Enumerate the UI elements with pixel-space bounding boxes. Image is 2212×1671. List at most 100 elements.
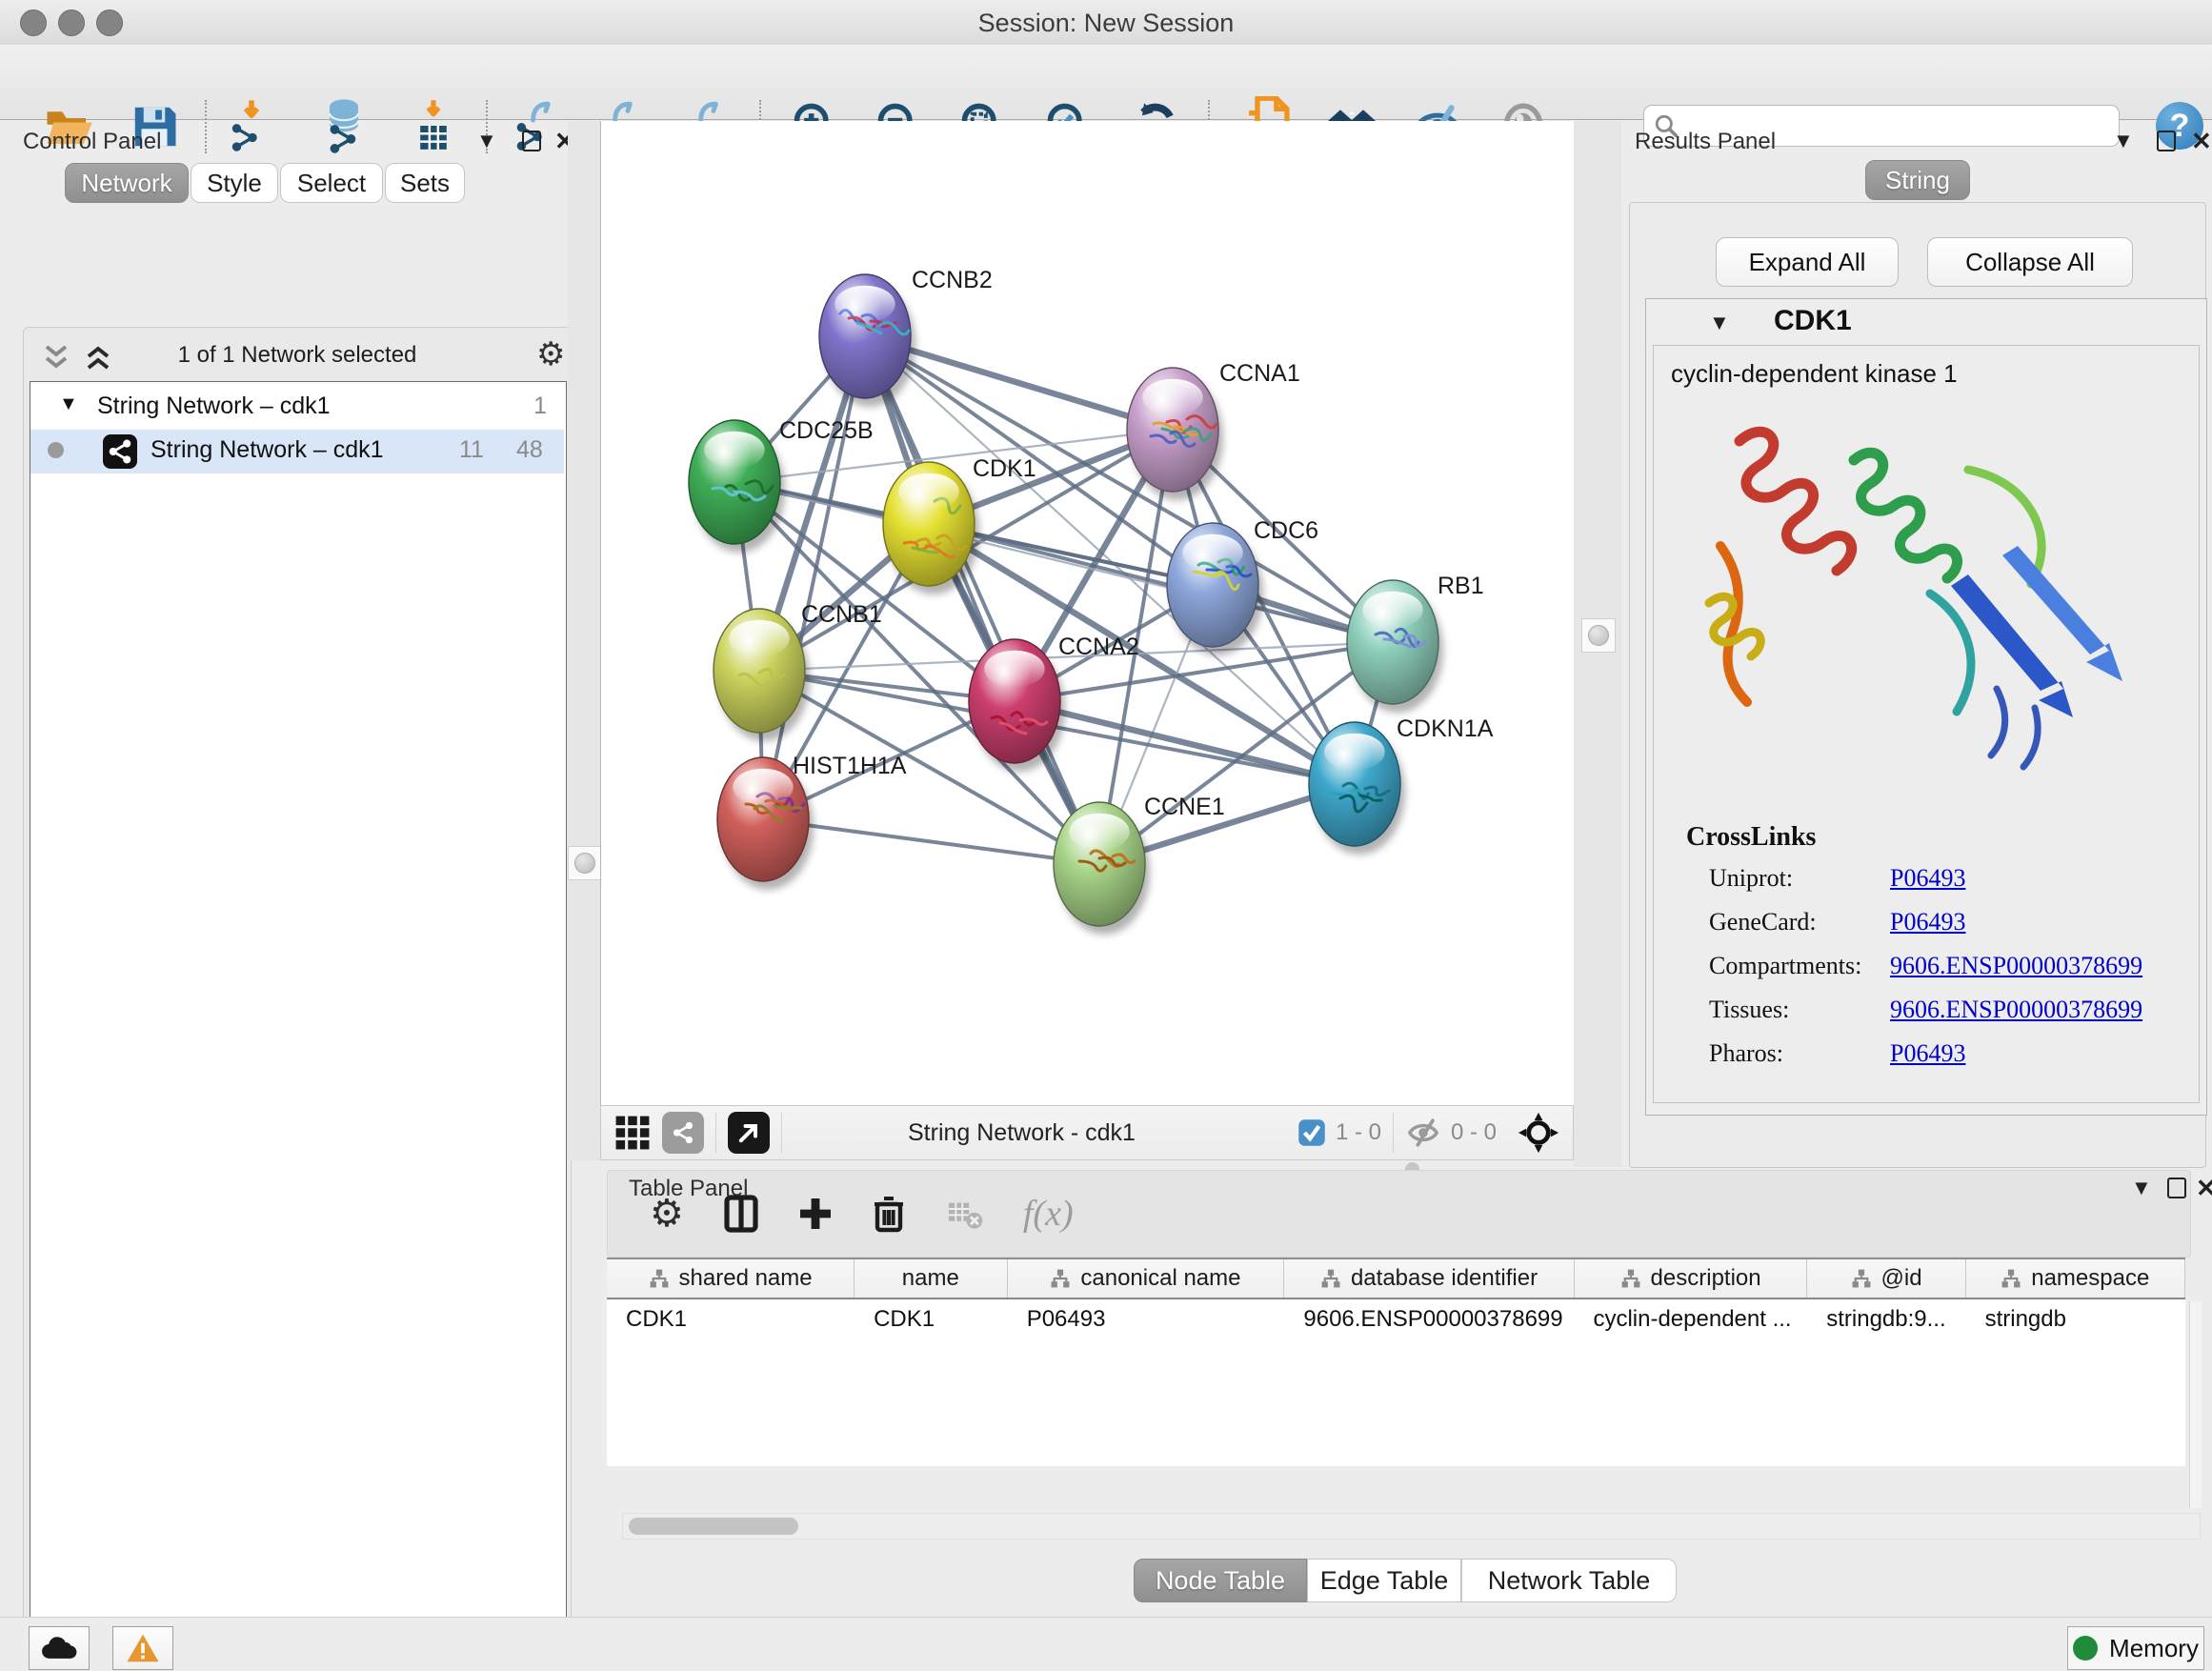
node-gloss [704,432,764,469]
node-gloss [1069,814,1129,851]
table-header-row: shared namename canonical name database id… [607,1259,2185,1299]
panel-float-icon[interactable] [2157,131,2176,151]
column-header-database-identifier[interactable]: database identifier [1284,1259,1574,1298]
card-gene-name: CDK1 [1774,305,1852,337]
column-type-icon [1320,1268,1341,1289]
node-label-CDC25B: CDC25B [779,417,874,444]
table-cell[interactable]: CDK1 [855,1299,1008,1339]
crosslink-label: Compartments: [1709,952,1861,980]
collapse-all-button[interactable]: Collapse All [1927,237,2133,287]
table-cell[interactable]: cyclin-dependent ... [1574,1299,1807,1339]
node-gloss [898,473,958,511]
expand-all-button[interactable]: Expand All [1716,237,1899,287]
table-cell[interactable]: P06493 [1008,1299,1285,1339]
column-header-canonical-name[interactable]: canonical name [1008,1259,1285,1298]
open-in-window-icon[interactable] [728,1112,770,1154]
network-collection-row[interactable]: ▼ String Network – cdk1 1 [30,386,564,430]
node-label-CCNA2: CCNA2 [1058,634,1139,660]
tab-network-table[interactable]: Network Table [1461,1559,1677,1602]
edge-CCNB2-CCNE1[interactable] [865,336,1099,864]
footer-separator [781,1113,782,1153]
tree-expander-icon[interactable]: ▼ [59,393,78,415]
tab-node-table[interactable]: Node Table [1134,1559,1307,1602]
warning-status-button[interactable] [112,1626,173,1670]
string-network-graph[interactable]: CCNB2CCNA1CDC25BCDK1CDC6RB1CCNB1CCNA2HIS… [601,121,1575,1105]
divider-grip[interactable] [568,846,602,880]
birdseye-position-icon[interactable] [1518,1112,1559,1154]
network-options-gear-icon[interactable]: ⚙ [536,335,565,373]
network-canvas[interactable]: CCNB2CCNA1CDC25BCDK1CDC6RB1CCNB1CCNA2HIS… [600,121,1576,1105]
tab-style[interactable]: Style [191,163,278,203]
panel-close-icon[interactable]: ✕ [2191,127,2212,156]
tab-edge-table[interactable]: Edge Table [1307,1559,1461,1602]
string-network-badge-icon [103,434,137,469]
panel-close-icon[interactable]: ✕ [2196,1174,2212,1203]
column-header-shared-name[interactable]: shared name [607,1259,855,1298]
function-builder-icon[interactable]: f(x) [1023,1193,1074,1235]
scrollbar-thumb[interactable] [629,1518,798,1535]
delete-column-trash-icon[interactable] [873,1195,905,1233]
node-label-CDC6: CDC6 [1254,517,1318,544]
collection-name: String Network – cdk1 [97,393,331,420]
node-label-HIST1H1A: HIST1H1A [793,753,907,779]
crosslink-genecard-link[interactable]: P06493 [1890,908,1965,936]
node-gloss [835,286,895,323]
table-panel: Table Panel ▼ ✕ ⚙ f(x) shared nam [607,1170,2212,1617]
column-header-description[interactable]: description [1575,1259,1808,1298]
hidden-eye-slash-icon[interactable] [1405,1117,1441,1149]
panel-divider-right[interactable] [1574,121,1621,1167]
crosslink-pharos-link[interactable]: P06493 [1890,1039,1965,1068]
column-header-namespace[interactable]: namespace [1966,1259,2185,1298]
edge-CDK1-RB1[interactable] [929,524,1393,642]
selected-checkbox-icon[interactable] [1297,1118,1326,1147]
cloud-status-button[interactable] [29,1626,90,1670]
table-cell[interactable]: stringdb [1966,1299,2185,1339]
crosslink-tissues-link[interactable]: 9606.ENSP00000378699 [1890,996,2142,1024]
panel-float-icon[interactable] [522,131,541,151]
crosslink-label: Tissues: [1709,996,1789,1024]
tab-string[interactable]: String [1865,160,1970,200]
birdseye-grid-icon[interactable] [614,1115,651,1151]
column-label: canonical name [1080,1265,1240,1292]
crosslink-label: Uniprot: [1709,864,1793,893]
table-cell[interactable]: stringdb:9... [1807,1299,1965,1339]
create-column-plus-icon[interactable] [798,1197,833,1231]
node-gloss [984,651,1044,688]
network-tree: ▼ String Network – cdk1 1 String Network… [30,381,567,1671]
hidden-counts: 0 - 0 [1451,1119,1497,1146]
network-share-icon[interactable] [662,1112,704,1154]
crosslink-uniprot-link[interactable]: P06493 [1890,864,1965,893]
delete-table-icon[interactable] [945,1198,983,1230]
panel-menu-icon[interactable]: ▼ [2131,1176,2152,1200]
tab-network[interactable]: Network [65,163,189,203]
card-expander-icon[interactable]: ▼ [1709,311,1730,335]
table-row[interactable]: CDK1CDK1P064939606.ENSP00000378699cyclin… [607,1299,2185,1339]
edge-CCNB2-HIST1H1A[interactable] [763,336,865,819]
divider-grip[interactable] [1581,618,1616,653]
crosslink-compartments-link[interactable]: 9606.ENSP00000378699 [1890,952,2142,980]
memory-button[interactable]: Memory [2067,1626,2204,1670]
table-cell[interactable]: CDK1 [607,1299,855,1339]
network-current-dot [48,442,64,458]
column-type-icon [1620,1268,1641,1289]
table-horizontal-scrollbar[interactable] [622,1513,2201,1540]
tab-select[interactable]: Select [280,163,383,203]
table-cell[interactable]: 9606.ENSP00000378699 [1284,1299,1574,1339]
panel-float-icon[interactable] [2167,1178,2186,1198]
panel-menu-icon[interactable]: ▼ [2113,129,2134,153]
node-gloss [1362,592,1422,629]
column-header-name[interactable]: name [855,1259,1007,1298]
network-view-title: String Network - cdk1 [908,1119,1136,1147]
crosslink-label: Pharos: [1709,1039,1783,1068]
results-panel: Results Panel ▼ ✕ String Expand All Coll… [1621,121,2212,1167]
tab-sets[interactable]: Sets [385,163,465,203]
column-header--id[interactable]: @id [1807,1259,1965,1298]
column-label: database identifier [1351,1265,1538,1292]
main-toolbar: ? [0,45,2212,120]
column-label: description [1651,1265,1761,1292]
network-row-selected[interactable]: String Network – cdk1 11 48 [30,430,564,473]
gene-description: cyclin-dependent kinase 1 [1671,359,1958,389]
panel-divider-left[interactable] [568,121,600,1160]
table-vertical-scrollbar[interactable] [2189,1301,2202,1508]
panel-menu-icon[interactable]: ▼ [476,129,497,153]
